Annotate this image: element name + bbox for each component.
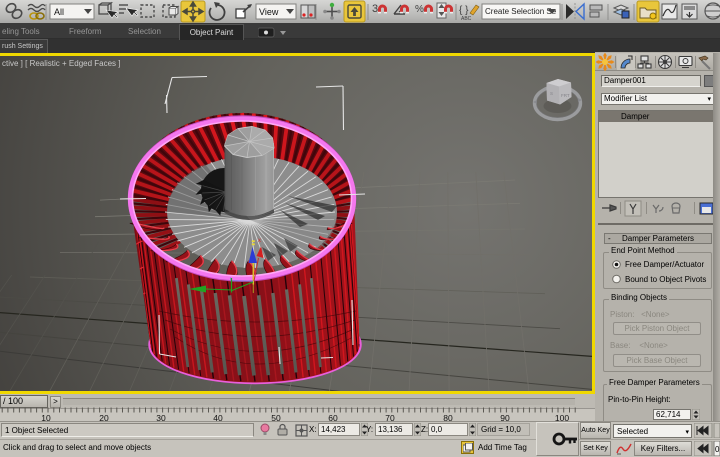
svg-text:ABC: ABC bbox=[461, 16, 472, 22]
svg-text:All: All bbox=[54, 7, 64, 17]
svg-text:ctive ] [ Realistic + Edged Fa: ctive ] [ Realistic + Edged Faces ] bbox=[2, 59, 121, 68]
svg-text:S: S bbox=[550, 91, 553, 96]
svg-text:{ }: { } bbox=[459, 5, 469, 16]
svg-text:%: % bbox=[415, 4, 424, 15]
svg-text:0: 0 bbox=[715, 445, 720, 454]
svg-text:View: View bbox=[259, 7, 279, 17]
svg-text:Create Selection Se: Create Selection Se bbox=[485, 7, 557, 16]
svg-text:FRT: FRT bbox=[561, 93, 570, 98]
svg-text:x: x bbox=[258, 238, 261, 244]
svg-text:3: 3 bbox=[372, 3, 378, 15]
